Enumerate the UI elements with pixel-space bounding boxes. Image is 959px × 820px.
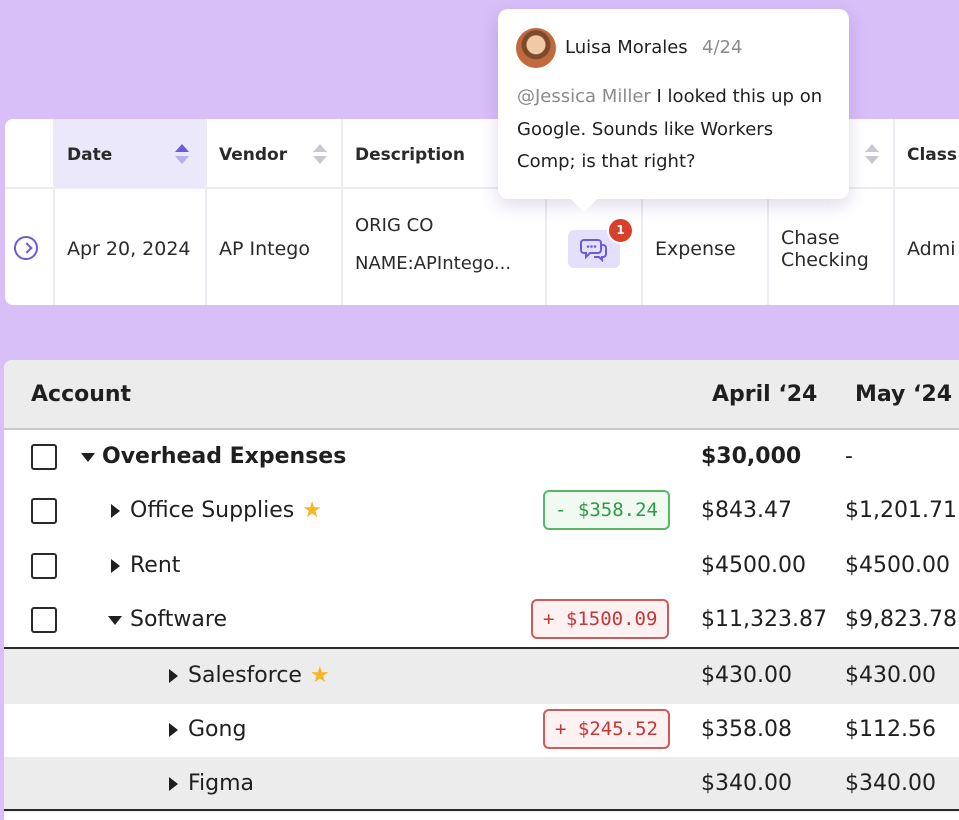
account-label: Office Supplies ★ <box>130 498 323 523</box>
comment-author: Luisa Morales <box>565 37 688 58</box>
accounts-table: Account April ‘24 May ‘24 Overhead Expen… <box>4 360 959 820</box>
variance-badge: + $1500.09 <box>531 599 670 639</box>
vendor-column-header[interactable]: Vendor <box>207 119 341 189</box>
april-header-label: April ‘24 <box>712 382 818 407</box>
description-header-label: Description <box>355 145 465 165</box>
description-line2: NAME:APIntego... <box>355 253 512 274</box>
account-row-figma[interactable]: Figma $340.00 $340.00 <box>4 757 959 812</box>
caret-right-icon[interactable] <box>169 723 178 737</box>
account-row-rent[interactable]: Rent $4500.00 $4500.00 <box>4 539 959 594</box>
row-checkbox[interactable] <box>31 607 57 633</box>
description-line1: ORIG CO <box>355 215 434 236</box>
caret-right-icon[interactable] <box>169 669 178 683</box>
type-cell: Expense <box>655 238 736 260</box>
sort-icon[interactable] <box>865 144 879 166</box>
account-row-salesforce[interactable]: Salesforce ★ $430.00 $430.00 <box>4 649 959 704</box>
april-value: $11,323.87 <box>701 607 827 632</box>
account-label: Salesforce ★ <box>188 663 330 688</box>
april-value: $430.00 <box>701 663 792 688</box>
comment-body: @Jessica Miller I looked this up on Goog… <box>517 81 837 179</box>
vendor-column: Vendor AP Intego <box>207 119 343 305</box>
account-label: Overhead Expenses <box>102 444 347 469</box>
date-header-label: Date <box>67 145 113 165</box>
caret-down-icon[interactable] <box>108 616 122 625</box>
may-value: $112.56 <box>845 717 936 742</box>
vendor-header-label: Vendor <box>219 145 288 165</box>
vendor-cell: AP Intego <box>219 238 310 260</box>
account-row-gong[interactable]: Gong + $245.52 $358.08 $112.56 <box>4 703 959 758</box>
account-header-label: Account <box>31 382 132 407</box>
class-cell: Admi <box>907 238 956 260</box>
may-value: $340.00 <box>845 771 936 796</box>
row-checkbox[interactable] <box>31 444 57 470</box>
caret-right-icon[interactable] <box>169 777 178 791</box>
row-checkbox[interactable] <box>31 553 57 579</box>
april-value: $843.47 <box>701 498 792 523</box>
account-label: Gong <box>188 717 247 742</box>
may-value: $430.00 <box>845 663 936 688</box>
class-column: Class Admi <box>895 119 959 305</box>
popover-arrow <box>570 198 598 212</box>
bank-account-line1: Chase <box>781 227 840 249</box>
date-column-header[interactable]: Date <box>55 119 205 189</box>
class-column-header[interactable]: Class <box>895 119 959 189</box>
may-value: $4500.00 <box>845 553 950 578</box>
account-label: Software <box>130 607 227 632</box>
sort-ascending-icon[interactable] <box>175 144 189 166</box>
comment-mention[interactable]: @Jessica Miller <box>517 86 651 107</box>
sort-icon[interactable] <box>313 144 327 166</box>
variance-badge: - $358.24 <box>543 490 670 530</box>
account-label: Rent <box>130 553 181 578</box>
comment-count-badge: 1 <box>607 217 634 244</box>
class-header-label: Class <box>907 145 958 165</box>
date-column: Date Apr 20, 2024 <box>55 119 207 305</box>
may-value: - <box>845 444 853 469</box>
row-checkbox[interactable] <box>31 498 57 524</box>
april-value: $340.00 <box>701 771 792 796</box>
expand-row-icon[interactable] <box>14 236 38 260</box>
caret-down-icon[interactable] <box>81 453 95 462</box>
account-row-office-supplies[interactable]: Office Supplies ★ - $358.24 $843.47 $1,20… <box>4 484 959 539</box>
april-value: $30,000 <box>701 444 802 469</box>
avatar <box>516 28 556 68</box>
accounts-header: Account April ‘24 May ‘24 <box>4 360 959 430</box>
star-icon: ★ <box>302 498 323 523</box>
april-value: $358.08 <box>701 717 792 742</box>
date-cell: Apr 20, 2024 <box>67 238 191 260</box>
expand-column-header <box>5 119 53 189</box>
april-value: $4500.00 <box>701 553 806 578</box>
may-value: $9,823.78 <box>845 607 957 632</box>
expand-column <box>5 119 55 305</box>
caret-right-icon[interactable] <box>111 504 120 518</box>
chat-bubbles-icon <box>580 239 607 262</box>
star-icon: ★ <box>309 663 330 688</box>
may-header-label: May ‘24 <box>855 382 953 407</box>
account-label: Figma <box>188 771 255 796</box>
variance-badge: + $245.52 <box>543 709 670 749</box>
comment-popover: Luisa Morales 4/24 @Jessica Miller I loo… <box>498 9 849 199</box>
account-row-overhead-expenses[interactable]: Overhead Expenses $30,000 - <box>4 430 959 485</box>
account-row-software[interactable]: Software + $1500.09 $11,323.87 $9,823.78 <box>4 593 959 648</box>
may-value: $1,201.71 <box>845 498 957 523</box>
caret-right-icon[interactable] <box>111 559 120 573</box>
bank-account-line2: Checking <box>781 249 869 271</box>
comment-date: 4/24 <box>702 37 743 58</box>
